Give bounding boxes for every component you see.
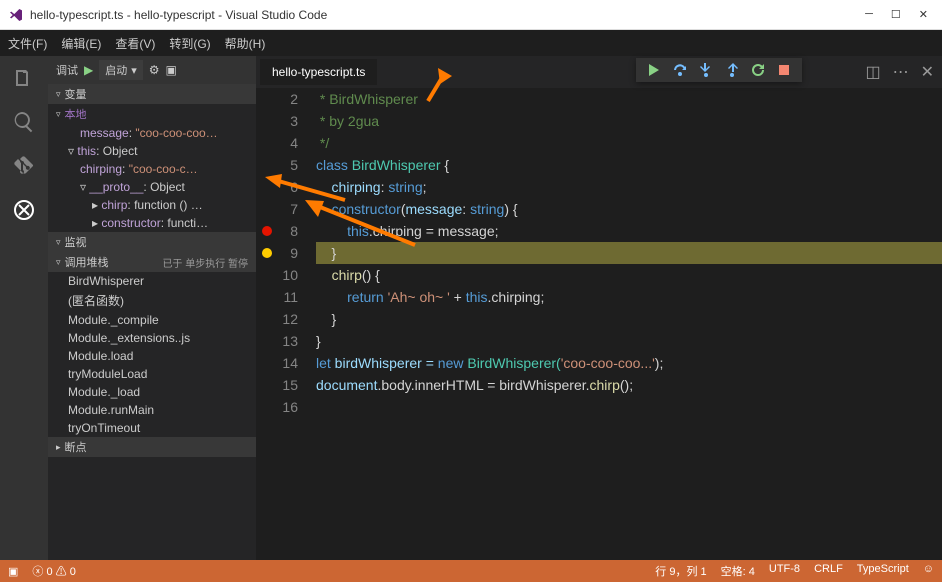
menu-help[interactable]: 帮助(H): [225, 35, 266, 52]
var-proto[interactable]: ▿ __proto__: Object: [48, 178, 256, 196]
titlebar: hello-typescript.ts - hello-typescript -…: [0, 0, 942, 30]
debug-icon[interactable]: [12, 198, 36, 222]
menu-edit[interactable]: 编辑(E): [61, 35, 101, 52]
close-editor-icon[interactable]: ✕: [921, 62, 934, 82]
window-title: hello-typescript.ts - hello-typescript -…: [30, 8, 865, 22]
debug-label: 调试: [56, 62, 78, 78]
gutter: 234567 8 9 10111213141516: [256, 88, 316, 560]
var-chirping[interactable]: chirping: "coo-coo-c…: [48, 160, 256, 178]
var-chirp[interactable]: ▸ chirp: function () …: [48, 196, 256, 214]
stop-icon[interactable]: [776, 62, 792, 78]
statusbar: ▣ ⓧ 0 ⚠ 0 行 9，列 1 空格: 4 UTF-8 CRLF TypeS…: [0, 560, 942, 582]
stack-frame[interactable]: Module.load: [48, 347, 256, 365]
maximize-button[interactable]: ☐: [891, 8, 901, 21]
menubar: 文件(F) 编辑(E) 查看(V) 转到(G) 帮助(H): [0, 30, 942, 56]
stack-frame[interactable]: BirdWhisperer: [48, 272, 256, 290]
eol-button[interactable]: CRLF: [814, 563, 843, 579]
search-icon[interactable]: [12, 110, 36, 134]
section-callstack[interactable]: ▿调用堆栈已于 单步执行 暂停: [48, 252, 256, 272]
editor: hello-typescript.ts ◫ ⋯ ✕ 234567 8 9 101…: [256, 56, 942, 560]
more-icon[interactable]: ⋯: [893, 62, 909, 82]
section-watch[interactable]: ▿监视: [48, 232, 256, 252]
feedback-icon[interactable]: ▣: [8, 565, 18, 578]
git-icon[interactable]: [12, 154, 36, 178]
step-into-icon[interactable]: [698, 62, 714, 78]
code-area[interactable]: 234567 8 9 10111213141516 * BirdWhispere…: [256, 88, 942, 560]
smile-icon[interactable]: ☺: [923, 563, 934, 579]
stack-frame[interactable]: (匿名函数): [48, 290, 256, 311]
close-button[interactable]: ✕: [919, 8, 928, 21]
debug-toolbar: [636, 58, 802, 82]
stack-frame[interactable]: tryModuleLoad: [48, 365, 256, 383]
encoding-button[interactable]: UTF-8: [769, 563, 800, 579]
gear-icon[interactable]: ⚙: [149, 63, 160, 77]
section-variables[interactable]: ▿变量: [48, 84, 256, 104]
debug-console-icon[interactable]: ▣: [166, 63, 177, 77]
activity-bar: [0, 56, 48, 560]
explorer-icon[interactable]: [12, 66, 36, 90]
step-over-icon[interactable]: [672, 62, 688, 78]
debug-config-dropdown[interactable]: 启动 ▾: [99, 60, 143, 80]
current-line-icon: [262, 248, 272, 258]
language-button[interactable]: TypeScript: [857, 563, 909, 579]
stack-frame[interactable]: Module.runMain: [48, 401, 256, 419]
step-out-icon[interactable]: [724, 62, 740, 78]
var-message[interactable]: message: "coo-coo-coo…: [48, 124, 256, 142]
stack-frame[interactable]: tryOnTimeout: [48, 419, 256, 437]
menu-goto[interactable]: 转到(G): [169, 35, 210, 52]
editor-tab[interactable]: hello-typescript.ts: [260, 59, 377, 85]
debug-sidebar: 调试 ▶ 启动 ▾ ⚙ ▣ ▿变量 ▿本地 message: "coo-coo-…: [48, 56, 256, 560]
restart-icon[interactable]: [750, 62, 766, 78]
var-constructor[interactable]: ▸ constructor: functi…: [48, 214, 256, 232]
section-breakpoints[interactable]: ▸断点: [48, 437, 256, 457]
chevron-down-icon: ▾: [131, 64, 137, 77]
var-this[interactable]: ▿ this: Object: [48, 142, 256, 160]
cursor-position[interactable]: 行 9，列 1: [655, 563, 706, 579]
minimize-button[interactable]: ─: [865, 8, 873, 21]
menu-view[interactable]: 查看(V): [115, 35, 155, 52]
stack-frame[interactable]: Module._load: [48, 383, 256, 401]
stack-frame[interactable]: Module._compile: [48, 311, 256, 329]
continue-icon[interactable]: [646, 62, 662, 78]
breakpoint-icon[interactable]: [262, 226, 272, 236]
split-editor-icon[interactable]: ◫: [865, 62, 880, 82]
start-debug-button[interactable]: ▶: [84, 63, 93, 77]
indent-button[interactable]: 空格: 4: [721, 563, 755, 579]
menu-file[interactable]: 文件(F): [8, 35, 47, 52]
stack-frame[interactable]: Module._extensions..js: [48, 329, 256, 347]
errors-button[interactable]: ⓧ 0 ⚠ 0: [32, 563, 75, 579]
vscode-logo-icon: [8, 7, 24, 23]
section-local[interactable]: ▿本地: [48, 104, 256, 124]
debug-controls: 调试 ▶ 启动 ▾ ⚙ ▣: [48, 56, 256, 84]
